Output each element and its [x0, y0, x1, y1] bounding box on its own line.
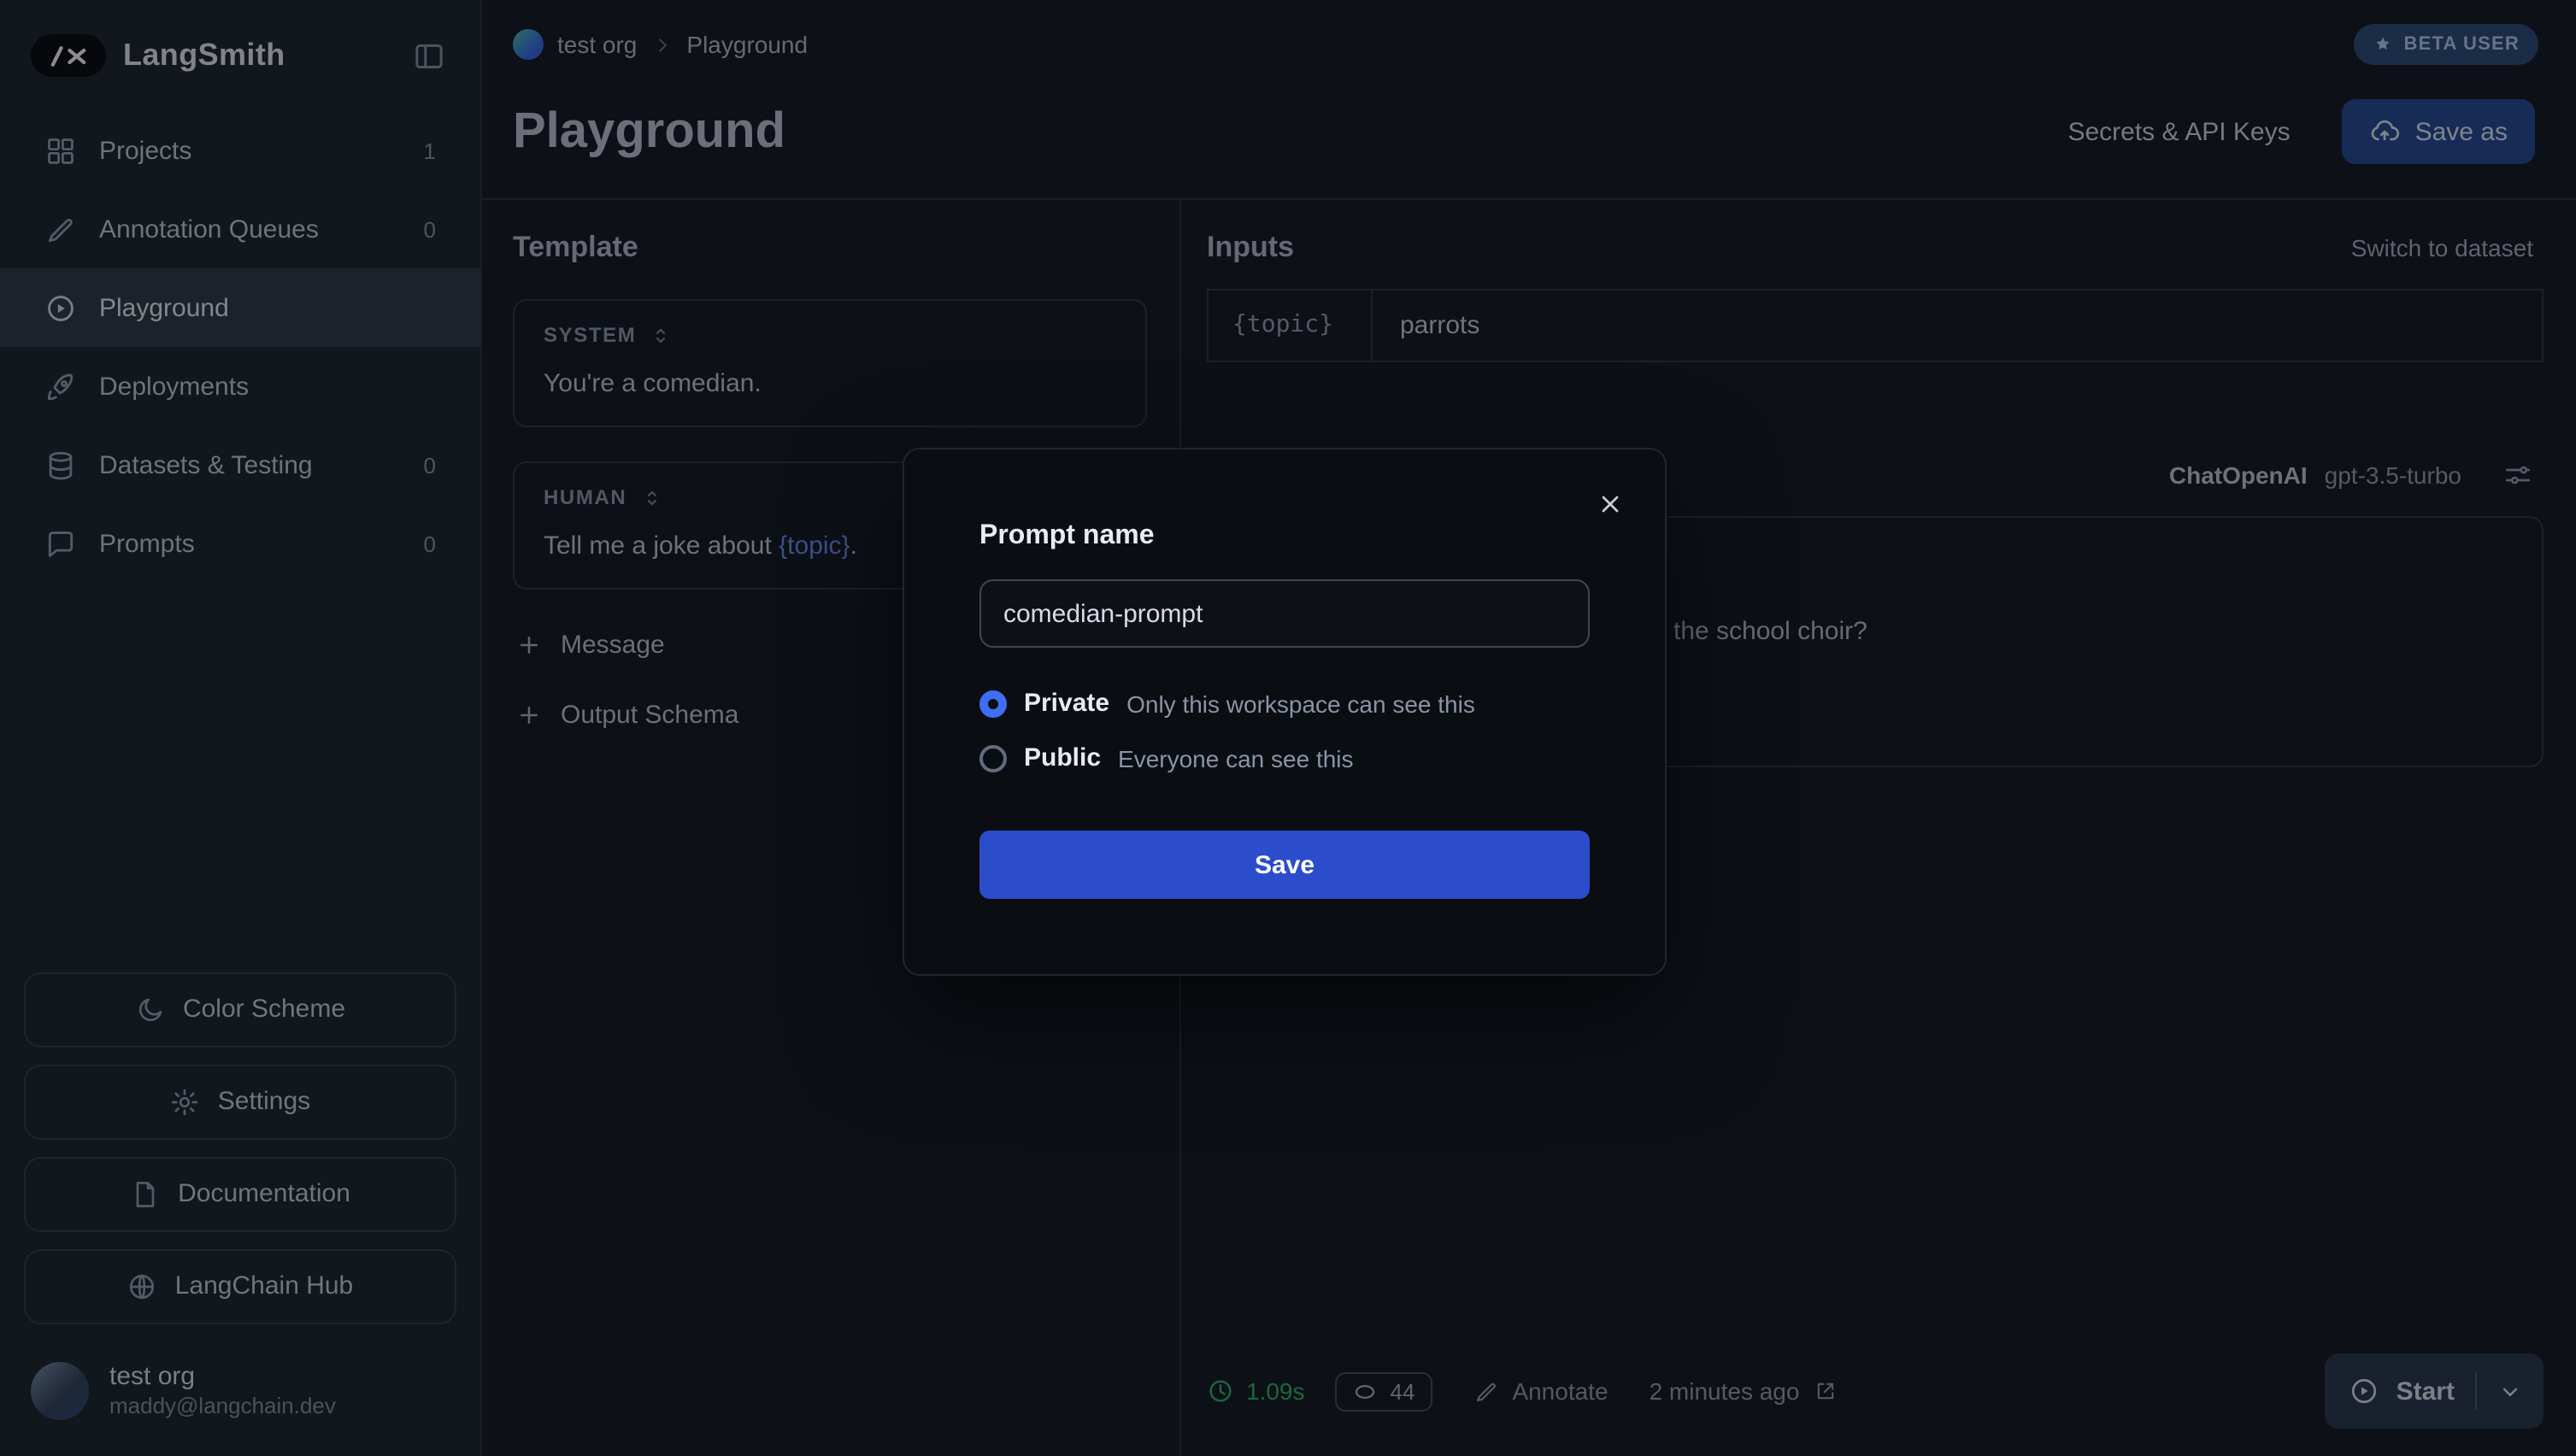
private-radio[interactable]	[979, 690, 1007, 717]
close-icon	[1597, 490, 1624, 518]
public-option[interactable]: Public Everyone can see this	[979, 743, 1590, 772]
public-description: Everyone can see this	[1118, 744, 1354, 772]
modal-save-button[interactable]: Save	[979, 831, 1590, 899]
public-radio[interactable]	[979, 744, 1007, 772]
prompt-name-input[interactable]	[979, 579, 1590, 648]
private-label: Private	[1024, 689, 1109, 718]
private-option[interactable]: Private Only this workspace can see this	[979, 689, 1590, 718]
close-button[interactable]	[1590, 484, 1631, 525]
public-label: Public	[1024, 743, 1101, 772]
private-description: Only this workspace can see this	[1126, 690, 1475, 717]
prompt-name-label: Prompt name	[979, 521, 1590, 552]
screen: LangSmith	[0, 0, 2576, 1456]
save-prompt-dialog: Prompt name Private Only this workspace …	[903, 448, 1667, 976]
visibility-options: Private Only this workspace can see this…	[979, 689, 1590, 772]
